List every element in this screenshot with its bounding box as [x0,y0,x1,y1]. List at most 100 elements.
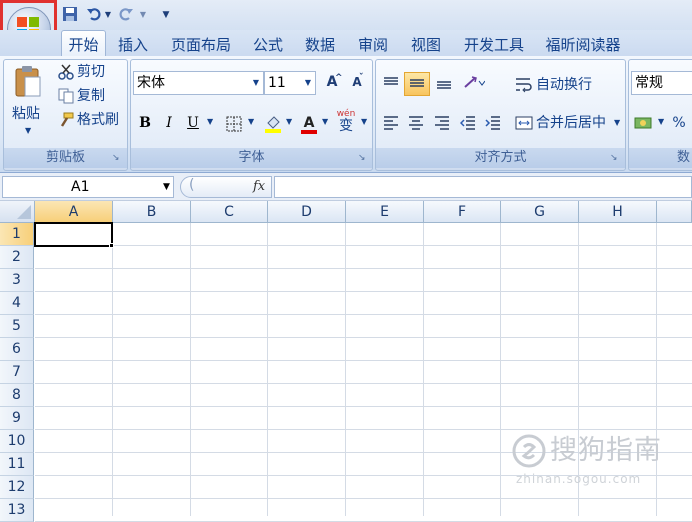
phonetic-guide-button[interactable]: wén 变 [333,108,359,138]
tab-data[interactable]: 数据 [299,34,341,56]
alignment-dialog-launcher[interactable]: ↘ [610,153,618,163]
row-header-6[interactable]: 6 [0,338,34,361]
row-header-2[interactable]: 2 [0,246,34,269]
format-painter-icon [60,112,74,127]
watermark: 搜狗指南 zhinan.sogou.com [512,432,692,492]
tab-insert[interactable]: 插入 [112,34,154,56]
decrease-indent-icon [459,116,475,130]
tab-view[interactable]: 视图 [405,34,447,56]
align-right-button[interactable] [430,112,454,136]
insert-function-button[interactable]: fx [253,177,265,197]
paste-button[interactable]: 粘贴 ▼ [8,62,48,144]
select-all-triangle-icon [17,205,31,219]
tab-developer[interactable]: 开发工具 [458,34,530,56]
wrap-text-button[interactable]: 自动换行 [514,74,609,96]
row-header-1[interactable]: 1 [0,223,34,246]
fill-color-icon [265,116,281,133]
column-header-b[interactable]: B [113,201,191,223]
redo-icon[interactable] [118,6,134,24]
row-header-8[interactable]: 8 [0,384,34,407]
row-header-10[interactable]: 10 [0,430,34,453]
column-header-a[interactable]: A [35,201,113,223]
formula-input[interactable] [274,176,692,198]
phonetic-guide-dropdown-arrow[interactable]: ▼ [361,117,367,126]
align-middle-button[interactable] [404,72,430,96]
accounting-format-button[interactable] [632,112,656,136]
column-header-d[interactable]: D [268,201,346,223]
tab-formulas[interactable]: 公式 [248,34,288,56]
active-cell-a1[interactable] [34,222,113,247]
percent-style-button[interactable]: % [668,112,690,136]
name-box-dropdown-arrow[interactable]: ▼ [163,177,170,197]
font-size-combo[interactable]: 11 ▼ [264,71,316,95]
decrease-indent-button[interactable] [457,112,479,136]
watermark-text: 搜狗指南 [550,435,662,466]
italic-button[interactable]: I [158,112,180,136]
font-name-value: 宋体 [137,75,165,91]
column-header-g[interactable]: G [501,201,579,223]
font-size-dropdown-arrow[interactable]: ▼ [305,72,311,94]
fill-handle[interactable] [109,243,114,248]
font-dialog-launcher[interactable]: ↘ [358,153,366,163]
increase-indent-button[interactable] [482,112,504,136]
align-middle-icon [410,79,424,87]
customize-qat-button[interactable]: ▼ [160,6,172,24]
column-header-c[interactable]: C [191,201,268,223]
row-header-13[interactable]: 13 [0,499,34,522]
row-header-5[interactable]: 5 [0,315,34,338]
name-box[interactable]: A1 ▼ [2,176,174,198]
clipboard-dialog-launcher[interactable]: ↘ [112,153,120,163]
tab-home[interactable]: 开始 [61,34,106,56]
number-format-combo[interactable]: 常规 [631,71,692,95]
row-header-3[interactable]: 3 [0,269,34,292]
undo-icon[interactable] [86,6,102,24]
borders-button[interactable] [222,112,246,136]
align-center-button[interactable] [404,112,428,136]
row-gridline [35,429,692,430]
tab-review[interactable]: 审阅 [352,34,394,56]
tab-foxit-reader[interactable]: 福昕阅读器 [540,34,626,56]
select-all-button[interactable] [0,201,35,223]
orientation-button[interactable] [458,72,490,96]
align-top-button[interactable] [379,72,403,96]
align-left-icon [384,116,398,130]
font-color-dropdown-arrow[interactable]: ▼ [322,117,328,126]
format-painter-button[interactable]: 格式刷 [56,110,126,130]
copy-icon [58,88,74,104]
column-header-f[interactable]: F [424,201,501,223]
undo-dropdown[interactable]: ▼ [104,6,112,24]
align-bottom-button[interactable] [432,72,456,96]
column-header-h[interactable]: H [579,201,657,223]
paste-dropdown-arrow[interactable]: ▼ [25,126,31,135]
formula-bar-separator-icon: ( [189,177,195,193]
number-format-value: 常规 [635,75,663,91]
tab-page-layout[interactable]: 页面布局 [166,34,236,56]
shrink-font-button[interactable]: Aˇ [346,71,368,95]
underline-button[interactable]: U [182,112,204,136]
font-name-dropdown-arrow[interactable]: ▼ [253,72,259,94]
bold-button[interactable]: B [134,112,156,136]
column-header-partial[interactable] [657,201,692,223]
font-name-combo[interactable]: 宋体 ▼ [133,71,264,95]
borders-dropdown-arrow[interactable]: ▼ [248,117,254,126]
grow-font-button[interactable]: A ^ [321,71,343,95]
row-header-12[interactable]: 12 [0,476,34,499]
save-icon[interactable] [62,6,78,24]
redo-dropdown[interactable]: ▼ [138,6,148,24]
cut-button[interactable]: 剪切 [56,62,126,82]
font-color-button[interactable]: A [298,112,320,136]
fill-color-button[interactable] [262,112,284,136]
column-gridline [112,223,113,516]
fill-color-dropdown-arrow[interactable]: ▼ [286,117,292,126]
row-header-11[interactable]: 11 [0,453,34,476]
accounting-format-dropdown-arrow[interactable]: ▼ [658,117,664,126]
row-header-4[interactable]: 4 [0,292,34,315]
column-header-e[interactable]: E [346,201,424,223]
copy-button[interactable]: 复制 [56,86,126,106]
merge-center-dropdown-arrow[interactable]: ▼ [614,118,620,127]
row-header-7[interactable]: 7 [0,361,34,384]
align-left-button[interactable] [379,112,403,136]
underline-dropdown-arrow[interactable]: ▼ [207,117,213,126]
merge-center-button[interactable]: 合并后居中 ▼ [514,112,624,134]
row-header-9[interactable]: 9 [0,407,34,430]
